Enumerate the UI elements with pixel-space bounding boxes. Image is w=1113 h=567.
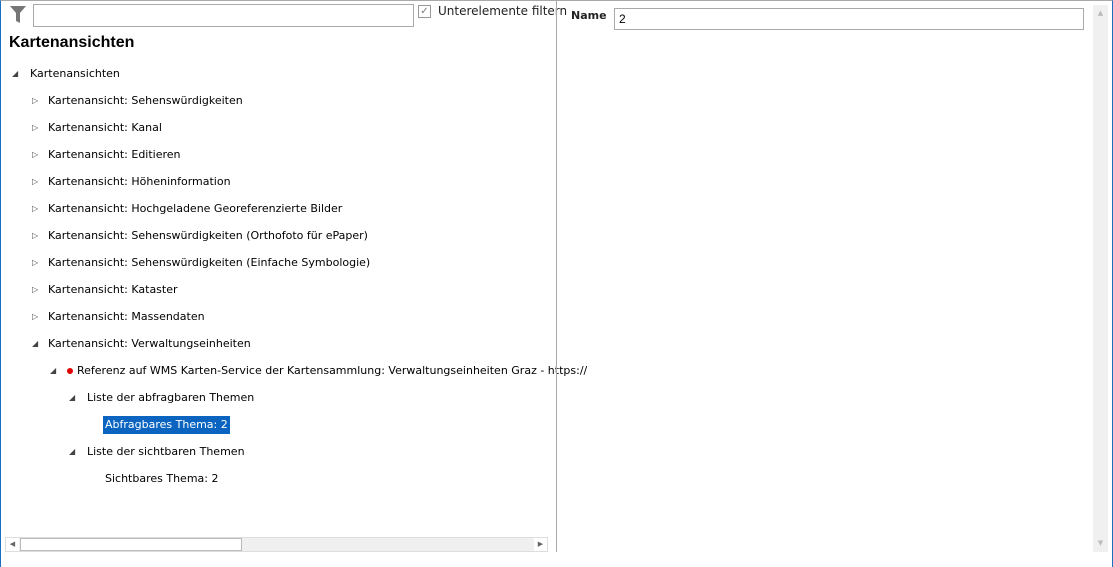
expanded-arrow-icon[interactable]: ◢	[69, 389, 75, 407]
collapsed-arrow-icon[interactable]: ▷	[32, 92, 38, 110]
collapsed-arrow-icon[interactable]: ▷	[32, 173, 38, 191]
status-dot-icon	[67, 368, 73, 374]
splitter[interactable]	[556, 0, 557, 552]
expanded-arrow-icon[interactable]: ◢	[50, 362, 56, 380]
tree-item-label: Kartenansicht: Verwaltungseinheiten	[48, 337, 251, 350]
collapsed-arrow-icon[interactable]: ▷	[32, 227, 38, 245]
collapsed-arrow-icon[interactable]: ▷	[32, 146, 38, 164]
filter-input[interactable]	[33, 4, 414, 27]
tree-item-label: Kartenansicht: Sehenswürdigkeiten	[48, 94, 243, 107]
name-input[interactable]	[614, 8, 1084, 30]
tree-item-label: Kartenansichten	[30, 67, 120, 80]
tree-item-label: Referenz auf WMS Karten-Service der Kart…	[77, 364, 588, 377]
tree-item-label: Kartenansicht: Hochgeladene Georeferenzi…	[48, 202, 343, 215]
filter-icon[interactable]	[10, 6, 26, 24]
collapsed-arrow-icon[interactable]: ▷	[32, 119, 38, 137]
filter-children-checkbox[interactable]: ✓	[418, 5, 431, 18]
tree-item-label: Kartenansicht: Höheninformation	[48, 175, 231, 188]
collapsed-arrow-icon[interactable]: ▷	[32, 200, 38, 218]
tree-item-label: Kartenansicht: Kataster	[48, 283, 178, 296]
vertical-scrollbar[interactable]: ▲ ▼	[1093, 5, 1108, 552]
scroll-down-icon[interactable]: ▼	[1094, 537, 1107, 550]
scroll-up-icon[interactable]: ▲	[1094, 7, 1107, 20]
horizontal-scrollbar[interactable]: ◀ ▶	[5, 537, 548, 552]
tree-item-label: Kartenansicht: Massendaten	[48, 310, 205, 323]
scrollbar-thumb[interactable]	[20, 538, 242, 551]
tree-item-label: Kartenansicht: Sehenswürdigkeiten (Ortho…	[48, 229, 368, 242]
tree-item-label: Kartenansicht: Kanal	[48, 121, 162, 134]
tree-item-label: Sichtbares Thema: 2	[105, 472, 219, 485]
tree-item-label: Liste der sichtbaren Themen	[87, 445, 245, 458]
collapsed-arrow-icon[interactable]: ▷	[32, 254, 38, 272]
panel-title: Kartenansichten	[9, 34, 135, 51]
tree-item-label: Liste der abfragbaren Themen	[87, 391, 255, 404]
expanded-arrow-icon[interactable]: ◢	[12, 65, 18, 83]
expanded-arrow-icon[interactable]: ◢	[32, 335, 38, 353]
tree-item-label: Kartenansicht: Sehenswürdigkeiten (Einfa…	[48, 256, 371, 269]
name-label: Name	[571, 9, 607, 22]
tree-item-label: Abfragbares Thema: 2	[103, 416, 230, 434]
scroll-right-icon[interactable]: ▶	[534, 538, 547, 551]
scroll-left-icon[interactable]: ◀	[6, 538, 19, 551]
tree-item-label: Kartenansicht: Editieren	[48, 148, 181, 161]
collapsed-arrow-icon[interactable]: ▷	[32, 308, 38, 326]
expanded-arrow-icon[interactable]: ◢	[69, 443, 75, 461]
collapsed-arrow-icon[interactable]: ▷	[32, 281, 38, 299]
filter-children-label: Unterelemente filtern	[438, 4, 568, 18]
